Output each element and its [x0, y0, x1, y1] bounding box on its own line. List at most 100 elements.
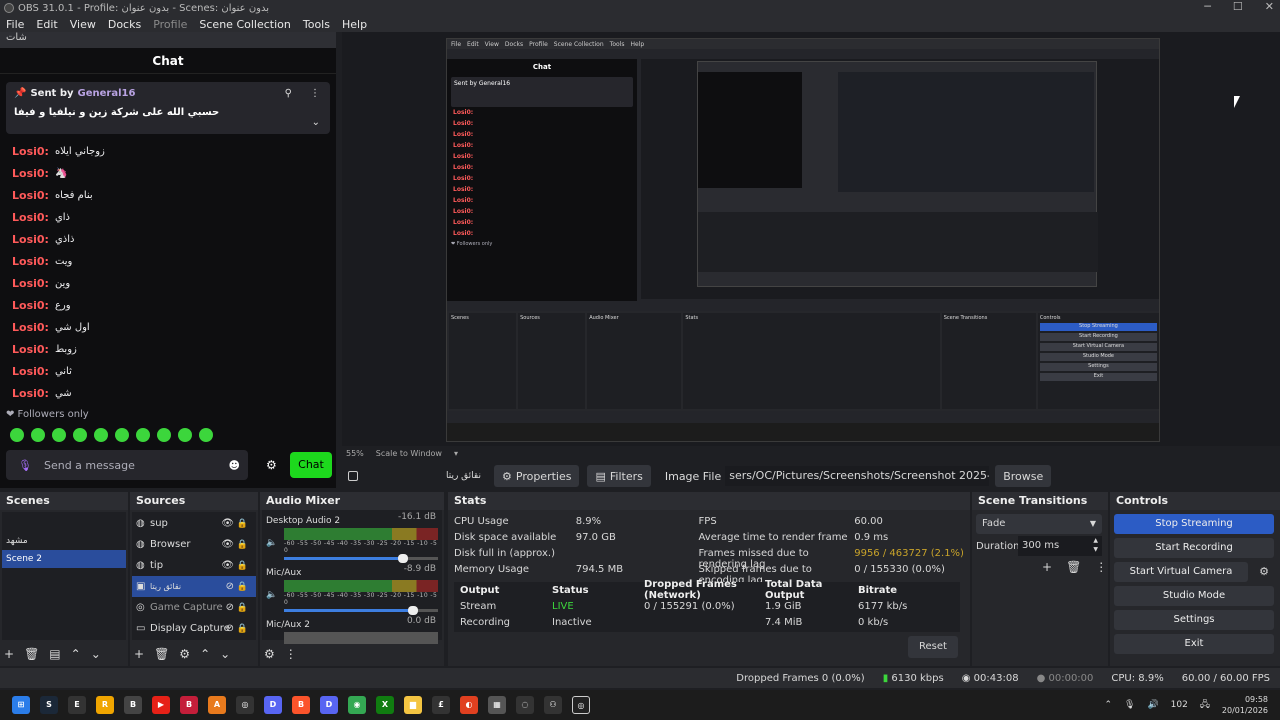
chat-username[interactable]: Losi0: — [12, 145, 49, 158]
chat-username[interactable]: Losi0: — [12, 299, 49, 312]
app-icon[interactable]: ⚇ — [544, 696, 562, 714]
scene-item[interactable]: مشهد — [2, 532, 126, 550]
speaker-icon[interactable]: 🔈 — [266, 538, 277, 548]
emote-icon[interactable] — [73, 428, 87, 442]
app-icon[interactable]: B — [180, 696, 198, 714]
emote-icon[interactable] — [157, 428, 171, 442]
zoom-dropdown-icon[interactable]: ▾ — [454, 449, 458, 458]
keyboard-layout[interactable]: 102 — [1171, 700, 1188, 710]
emote-icon[interactable] — [178, 428, 192, 442]
volume-slider[interactable] — [284, 606, 438, 615]
rockstar-icon[interactable]: R — [96, 696, 114, 714]
steam-icon[interactable]: ◎ — [236, 696, 254, 714]
menu-edit[interactable]: Edit — [30, 18, 63, 31]
lock-icon[interactable]: 🔒 — [237, 624, 248, 634]
close-button[interactable]: ✕ — [1265, 0, 1274, 13]
steam-icon[interactable]: S — [40, 696, 58, 714]
menu-profile[interactable]: Profile — [147, 18, 193, 31]
brave-icon[interactable]: B — [292, 696, 310, 714]
transition-select[interactable]: Fade ▼ — [976, 514, 1102, 534]
chat-send-button[interactable]: Chat — [290, 452, 332, 478]
app-icon[interactable]: ◐ — [460, 696, 478, 714]
microphone-icon[interactable]: 🎙 — [18, 459, 32, 472]
duration-input[interactable]: 300 ms ▲ ▼ — [1018, 536, 1102, 556]
eye-icon[interactable]: 👁 — [221, 518, 234, 529]
add-transition-icon[interactable]: + — [1042, 560, 1052, 574]
youtube-icon[interactable]: ▶ — [152, 696, 170, 714]
zoom-percent[interactable]: 55% — [346, 449, 364, 458]
zoom-mode[interactable]: Scale to Window — [376, 449, 442, 458]
studio-mode-button[interactable]: Studio Mode — [1114, 586, 1274, 606]
lock-icon[interactable]: 🔒 — [237, 519, 248, 529]
menu-file[interactable]: File — [0, 18, 30, 31]
menu-help[interactable]: Help — [336, 18, 373, 31]
emoji-icon[interactable]: ☻ — [229, 459, 240, 472]
emote-icon[interactable] — [52, 428, 66, 442]
source-item[interactable]: ◍ sup 👁 🔒 — [132, 513, 256, 534]
app-icon[interactable]: ▦ — [488, 696, 506, 714]
settings-button[interactable]: Settings — [1114, 610, 1274, 630]
app-icon[interactable]: A — [208, 696, 226, 714]
gear-icon[interactable]: ⚙ — [179, 647, 190, 661]
discord-icon[interactable]: D — [264, 696, 282, 714]
discord-icon[interactable]: D — [320, 696, 338, 714]
menu-scene-collection[interactable]: Scene Collection — [193, 18, 296, 31]
chat-username[interactable]: Losi0: — [12, 277, 49, 290]
reset-stats-button[interactable]: Reset — [908, 636, 958, 658]
emote-icon[interactable] — [31, 428, 45, 442]
clock[interactable]: 09:58 20/01/2026 — [1222, 694, 1268, 716]
chat-username[interactable]: Losi0: — [12, 189, 49, 202]
chat-username[interactable]: Losi0: — [12, 255, 49, 268]
volume-slider[interactable] — [284, 554, 438, 563]
image-file-path[interactable]: sers/OC/Pictures/Screenshots/Screenshot … — [725, 466, 990, 486]
eye-icon[interactable]: 👁 — [221, 560, 234, 571]
chat-username[interactable]: Losi0: — [12, 365, 49, 378]
chat-settings-gear-icon[interactable]: ⚙ — [266, 458, 277, 472]
epic-games-icon[interactable]: E — [68, 696, 86, 714]
emote-icon[interactable] — [136, 428, 150, 442]
app-icon[interactable]: B — [124, 696, 142, 714]
xbox-icon[interactable]: X — [376, 696, 394, 714]
chat-input[interactable]: 🎙 Send a message ☻ — [6, 450, 248, 480]
file-explorer-icon[interactable]: ▆ — [404, 696, 422, 714]
spinner-icon[interactable]: ▲ ▼ — [1093, 536, 1098, 554]
chat-username[interactable]: Losi0: — [12, 233, 49, 246]
more-options-icon[interactable]: ⋮ — [310, 88, 320, 99]
chevron-down-icon[interactable]: ⌄ — [312, 117, 320, 128]
chat-username[interactable]: Losi0: — [12, 167, 49, 180]
more-options-icon[interactable]: ⋮ — [1095, 560, 1107, 574]
advanced-audio-gear-icon[interactable]: ⚙ — [264, 647, 275, 661]
lock-icon[interactable]: 🔒 — [237, 540, 248, 550]
add-icon[interactable]: + — [4, 647, 14, 661]
lock-icon[interactable]: 🔒 — [237, 582, 248, 592]
speaker-icon[interactable]: 🔈 — [266, 590, 277, 600]
start-virtual-camera-button[interactable]: Start Virtual Camera — [1114, 562, 1248, 582]
eye-hidden-icon[interactable]: ⊘ — [226, 623, 234, 634]
speaker-tray-icon[interactable]: 🔊 — [1147, 700, 1158, 710]
scene-item-selected[interactable]: Scene 2 — [2, 550, 126, 568]
windows-start-icon[interactable]: ⊞ — [12, 696, 30, 714]
lock-icon[interactable]: 🔒 — [237, 561, 248, 571]
stop-streaming-button[interactable]: Stop Streaming — [1114, 514, 1274, 534]
filters-button[interactable]: ▤ Filters — [587, 465, 651, 487]
eye-hidden-icon[interactable]: ⊘ — [226, 602, 234, 613]
source-item[interactable]: ◍ Browser 👁 🔒 — [132, 534, 256, 555]
filter-icon[interactable]: ▤ — [49, 647, 60, 661]
emote-icon[interactable] — [10, 428, 24, 442]
browse-button[interactable]: Browse — [995, 465, 1052, 487]
unpin-icon[interactable]: ⚲ — [285, 88, 292, 99]
menu-view[interactable]: View — [64, 18, 102, 31]
source-item-selected[interactable]: ▣ نقائق ريتا ⊘ 🔒 — [132, 576, 256, 597]
exit-button[interactable]: Exit — [1114, 634, 1274, 654]
trash-icon[interactable]: 🗑 — [154, 647, 169, 661]
menu-tools[interactable]: Tools — [297, 18, 336, 31]
mic-tray-icon[interactable]: 🎙 — [1124, 700, 1135, 710]
minimize-button[interactable]: ─ — [1204, 0, 1211, 13]
app-icon[interactable]: £ — [432, 696, 450, 714]
trash-icon[interactable]: 🗑 — [24, 647, 39, 661]
add-icon[interactable]: + — [134, 647, 144, 661]
move-up-icon[interactable]: ⌃ — [71, 647, 81, 661]
emote-icon[interactable] — [94, 428, 108, 442]
properties-button[interactable]: ⚙ Properties — [494, 465, 580, 487]
eye-hidden-icon[interactable]: ⊘ — [226, 581, 234, 592]
